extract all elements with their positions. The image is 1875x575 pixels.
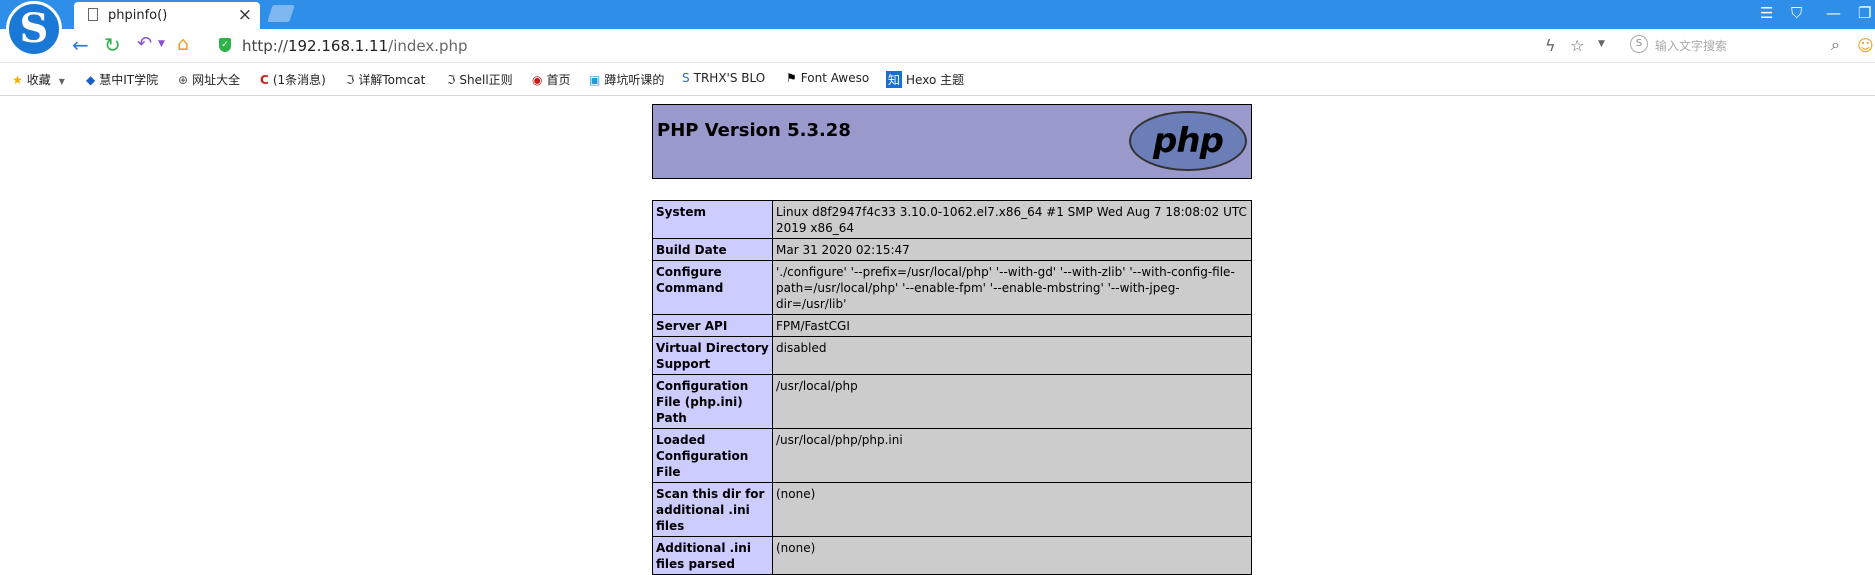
table-row: Build Date Mar 31 2020 02:15:47: [652, 238, 1252, 261]
minimize-icon[interactable]: —: [1826, 4, 1841, 22]
row-value: Mar 31 2020 02:15:47: [772, 238, 1252, 261]
search-engine-icon[interactable]: S: [1630, 35, 1648, 53]
row-key: Virtual Directory Support: [652, 336, 773, 375]
tab-close-button[interactable]: ×: [238, 5, 252, 25]
bookmark-item[interactable]: ◉ 首页: [532, 71, 571, 88]
php-logo-text: php: [1153, 121, 1224, 161]
globe-icon: ⊕: [178, 73, 189, 87]
bookmark-star-icon[interactable]: ☆: [1570, 36, 1584, 55]
php-version-header: PHP Version 5.3.28 php: [652, 104, 1252, 179]
restore-icon[interactable]: ❐: [1858, 4, 1871, 22]
undo-dropdown-icon[interactable]: ▼: [158, 39, 165, 49]
logo-s-icon: S: [19, 5, 49, 52]
bookmark-bar: ★ 收藏 ▼ ◆ 慧中IT学院 ⊕ 网址大全 C (1条消息) ℑ 详解Tomcat ℑ Sh…: [0, 63, 1875, 96]
search-box[interactable]: S 输入文字搜索 ⌕: [1625, 33, 1840, 57]
bookmark-item[interactable]: S TRHX'S BLO: [682, 71, 765, 85]
row-value: FPM/FastCGI: [772, 314, 1252, 337]
row-key: Server API: [652, 314, 773, 337]
bookmark-item[interactable]: 知 Hexo 主题: [886, 71, 964, 88]
bookmark-item[interactable]: ⚑ Font Aweso: [786, 71, 869, 85]
lightning-icon[interactable]: ϟ: [1545, 36, 1556, 55]
shield-icon: ✓: [219, 38, 231, 52]
csdn-icon: C: [260, 73, 269, 87]
table-row: Additional .ini files parsed (none): [652, 536, 1252, 575]
table-row: Configuration File (php.ini) Path/usr/lo…: [652, 374, 1252, 429]
bilibili-icon: ▣: [589, 73, 601, 87]
search-icon[interactable]: ⌕: [1831, 35, 1840, 55]
page-icon: [88, 8, 98, 21]
row-value: (none): [772, 536, 1252, 575]
undo-icon[interactable]: ↶: [137, 33, 152, 54]
table-row: Loaded Configuration File/usr/local/php/…: [652, 428, 1252, 483]
menu-icon[interactable]: ☰: [1760, 4, 1773, 22]
page-title: PHP Version 5.3.28: [657, 120, 851, 141]
address-bar: ← ↻ ↶ ▼ ⌂ ✓ http://192.168.1.11/index.ph…: [0, 29, 1875, 63]
extension-icon[interactable]: ☺: [1857, 36, 1874, 55]
row-key: Build Date: [652, 238, 773, 261]
info-table: System Linux d8f2947f4c33 3.10.0-1062.el7…: [652, 200, 1252, 575]
browser-logo: S: [6, 1, 62, 57]
phpinfo-content: PHP Version 5.3.28 php System Linux d8f29…: [652, 104, 1252, 575]
site-icon: ℑ: [447, 73, 456, 87]
table-row: Server API FPM/FastCGI: [652, 314, 1252, 337]
bookmark-item[interactable]: ▣ 蹲坑听课的: [589, 71, 664, 88]
php-logo[interactable]: php: [1129, 111, 1247, 171]
row-value: (none): [772, 482, 1252, 537]
search-input[interactable]: 输入文字搜索: [1655, 37, 1727, 54]
row-key: Scan this dir for additional .ini files: [652, 482, 773, 537]
shirt-icon[interactable]: ⛉: [1791, 4, 1802, 22]
title-bar: phpinfo() × ☰ ⛉ — ❐: [0, 0, 1875, 29]
table-row: Scan this dir for additional .ini files(…: [652, 482, 1252, 537]
table-row: System Linux d8f2947f4c33 3.10.0-1062.el7…: [652, 200, 1252, 239]
row-value: /usr/local/php: [772, 374, 1252, 429]
url-scheme: http://: [242, 37, 288, 55]
back-icon[interactable]: ←: [72, 33, 89, 57]
tab-phpinfo[interactable]: phpinfo() ×: [74, 2, 260, 29]
zhihu-icon: 知: [886, 71, 903, 88]
table-row: Virtual Directory Support disabled: [652, 336, 1252, 375]
dropdown-icon[interactable]: ▼: [1598, 39, 1605, 49]
bookmark-item[interactable]: ◆ 慧中IT学院: [86, 71, 158, 88]
row-key: Loaded Configuration File: [652, 428, 773, 483]
row-key: Configuration File (php.ini) Path: [652, 374, 773, 429]
new-tab-button[interactable]: [267, 5, 295, 22]
row-key: System: [652, 200, 773, 239]
refresh-icon[interactable]: ↻: [104, 33, 121, 57]
row-key: Configure Command: [652, 260, 773, 315]
site-icon: ◉: [532, 73, 543, 87]
row-value: './configure' '--prefix=/usr/local/php' …: [772, 260, 1252, 315]
chevron-down-icon: ▼: [58, 77, 65, 86]
bookmark-item[interactable]: ℑ 详解Tomcat: [346, 71, 425, 88]
table-row: Configure Command './configure' '--prefix…: [652, 260, 1252, 315]
row-key: Additional .ini files parsed: [652, 536, 773, 575]
url-host: 192.168.1.11: [287, 37, 389, 55]
site-icon: ℑ: [346, 73, 355, 87]
tab-title: phpinfo(): [108, 8, 168, 23]
bookmark-item[interactable]: ℑ Shell正则: [447, 71, 513, 88]
row-value: disabled: [772, 336, 1252, 375]
url-field[interactable]: http://192.168.1.11/index.php: [242, 37, 468, 55]
bookmark-favorites[interactable]: ★ 收藏 ▼: [12, 71, 65, 88]
star-icon: ★: [12, 73, 23, 87]
home-icon[interactable]: ⌂: [177, 33, 189, 55]
bookmark-item[interactable]: ⊕ 网址大全: [178, 71, 240, 88]
flag-icon: ⚑: [786, 71, 797, 85]
site-icon: S: [682, 71, 690, 85]
row-value: Linux d8f2947f4c33 3.10.0-1062.el7.x86_6…: [772, 200, 1252, 239]
site-icon: ◆: [86, 73, 96, 87]
url-path: /index.php: [388, 37, 468, 55]
row-value: /usr/local/php/php.ini: [772, 428, 1252, 483]
bookmark-item[interactable]: C (1条消息): [260, 71, 326, 88]
